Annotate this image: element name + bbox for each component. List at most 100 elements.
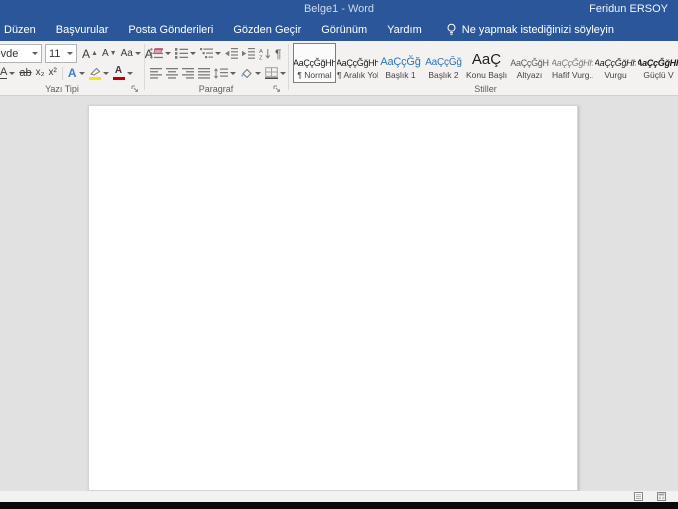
style-name: Başlık 1 xyxy=(385,70,416,80)
style-item-no-spacing[interactable]: AaÇçĞğHh ¶ Aralık Yok xyxy=(336,43,379,83)
superscript-button[interactable]: x² xyxy=(46,64,58,82)
svg-text:A: A xyxy=(259,49,263,55)
style-item-heading1[interactable]: AaÇçĞğ Başlık 1 xyxy=(379,43,422,83)
tab-duzen[interactable]: Düzen xyxy=(0,19,46,41)
outdent-icon xyxy=(225,48,238,59)
show-paragraph-marks-button[interactable]: ¶ xyxy=(273,45,283,63)
decrease-indent-button[interactable] xyxy=(223,45,240,63)
user-name: Feridun ERSOY xyxy=(589,3,668,15)
style-item-intense-emphasis[interactable]: AaÇçĞğHh Güçlü V xyxy=(637,43,678,83)
shading-button[interactable] xyxy=(238,64,263,82)
text-effects-button[interactable]: A xyxy=(66,64,87,82)
document-page[interactable] xyxy=(88,105,578,491)
font-name-combo[interactable]: Gövde xyxy=(0,44,42,63)
sort-icon: A Z xyxy=(259,48,271,60)
subscript-button[interactable]: x₂ xyxy=(34,64,47,82)
align-left-button[interactable] xyxy=(148,64,164,82)
font-color-button[interactable]: A xyxy=(111,64,135,82)
change-case-button[interactable]: Aa xyxy=(119,45,143,63)
style-item-emphasis[interactable]: AaÇçĞğHh Vurgu xyxy=(594,43,637,83)
align-center-icon xyxy=(166,67,178,79)
font-group: Gövde 11 A▲ A▼ Aa A xyxy=(0,41,163,95)
document-area xyxy=(0,96,678,491)
align-left-icon xyxy=(150,67,162,79)
paint-bucket-icon xyxy=(241,68,252,78)
style-name: Vurgu xyxy=(604,70,627,80)
view-web-layout-button[interactable] xyxy=(657,492,666,501)
bottom-strip xyxy=(0,502,678,509)
group-label-paragraph: Paragraf xyxy=(198,84,234,94)
status-bar xyxy=(0,491,678,502)
bullets-icon xyxy=(150,48,163,59)
style-item-subtitle[interactable]: AaÇçĞğH Altyazı xyxy=(508,43,551,83)
group-label-styles: Stiller xyxy=(474,84,497,94)
style-preview: AaÇçĞğ xyxy=(380,56,421,68)
align-right-button[interactable] xyxy=(180,64,196,82)
chevron-down-icon xyxy=(67,52,73,55)
view-print-layout-button[interactable] xyxy=(634,492,643,501)
style-preview: AaÇçĞğHh xyxy=(595,58,636,68)
style-preview: AaÇçĞğHh xyxy=(552,58,593,68)
line-spacing-button[interactable] xyxy=(212,64,238,82)
style-item-subtle-emphasis[interactable]: AaÇçĞğHh Hafif Vurg... xyxy=(551,43,594,83)
underline-button[interactable]: A xyxy=(0,64,17,82)
titlebar: Belge1 - Word Feridun ERSOY xyxy=(0,0,678,19)
tellme-label: Ne yapmak istediğinizi söyleyin xyxy=(461,24,614,36)
font-size-value: 11 xyxy=(49,47,61,60)
style-item-title[interactable]: AaÇ Konu Başlı... xyxy=(465,43,508,83)
word-window: Belge1 - Word Feridun ERSOY Düzen Başvur… xyxy=(0,0,678,509)
divider xyxy=(61,66,63,80)
tab-basvurular[interactable]: Başvurular xyxy=(46,19,119,41)
multilevel-icon xyxy=(200,48,213,59)
style-name: Altyazı xyxy=(516,70,543,80)
dialog-launcher-font[interactable] xyxy=(130,84,139,93)
style-name: Hafif Vurg... xyxy=(552,70,593,80)
highlight-button[interactable] xyxy=(87,64,111,82)
style-name: Konu Başlı... xyxy=(466,70,507,80)
chevron-down-icon xyxy=(165,52,171,55)
font-name-value: Gövde xyxy=(0,47,19,60)
style-item-normal[interactable]: AaÇçĞğHh ¶ Normal xyxy=(293,43,336,83)
style-item-heading2[interactable]: AaÇçĞğ Başlık 2 xyxy=(422,43,465,83)
tellme-button[interactable]: Ne yapmak istediğinizi söyleyin xyxy=(446,23,614,37)
grow-font-button[interactable]: A ▲ xyxy=(80,45,100,63)
chevron-down-icon xyxy=(102,71,109,75)
styles-group: AaÇçĞğHh ¶ Normal AaÇçĞğHh ¶ Aralık Yok … xyxy=(293,41,678,95)
chevron-down-icon xyxy=(134,52,141,55)
strikethrough-button[interactable]: ab xyxy=(17,64,33,82)
paragraph-group: A Z ¶ Paragraf xyxy=(148,41,286,95)
numbering-button[interactable] xyxy=(173,45,198,63)
style-name: ¶ Normal xyxy=(297,70,332,80)
increase-indent-button[interactable] xyxy=(240,45,257,63)
lightbulb-icon xyxy=(446,23,457,37)
tab-gorunum[interactable]: Görünüm xyxy=(311,19,377,41)
align-center-button[interactable] xyxy=(164,64,180,82)
chevron-down-icon xyxy=(78,71,85,75)
borders-icon xyxy=(265,67,278,79)
sort-button[interactable]: A Z xyxy=(257,45,273,63)
shrink-font-button[interactable]: A ▼ xyxy=(100,45,119,63)
caret-down-icon: ▼ xyxy=(109,50,117,57)
font-color-bar xyxy=(112,77,125,80)
font-size-combo[interactable]: 11 xyxy=(45,44,77,63)
chevron-down-icon xyxy=(190,52,196,55)
tab-yardim[interactable]: Yardım xyxy=(377,19,432,41)
chevron-down-icon xyxy=(280,71,286,75)
numbering-icon xyxy=(175,48,188,59)
dialog-launcher-paragraph[interactable] xyxy=(272,84,281,93)
chevron-down-icon xyxy=(32,52,38,55)
style-preview: AaÇ xyxy=(471,51,502,68)
justify-button[interactable] xyxy=(196,64,212,82)
chevron-down-icon xyxy=(215,52,221,55)
multilevel-list-button[interactable] xyxy=(198,45,223,63)
borders-button[interactable] xyxy=(263,64,288,82)
tab-gozden-gecir[interactable]: Gözden Geçir xyxy=(223,19,311,41)
style-preview: AaÇçĞğHh xyxy=(337,58,378,68)
align-right-icon xyxy=(182,67,194,79)
tab-posta-gonderileri[interactable]: Posta Gönderileri xyxy=(118,19,223,41)
style-name: Güçlü V xyxy=(643,70,674,80)
chevron-down-icon xyxy=(230,71,236,75)
bullets-button[interactable] xyxy=(148,45,173,63)
style-preview: AaÇçĞğHh xyxy=(638,58,678,68)
window-title: Belge1 - Word xyxy=(303,3,375,15)
